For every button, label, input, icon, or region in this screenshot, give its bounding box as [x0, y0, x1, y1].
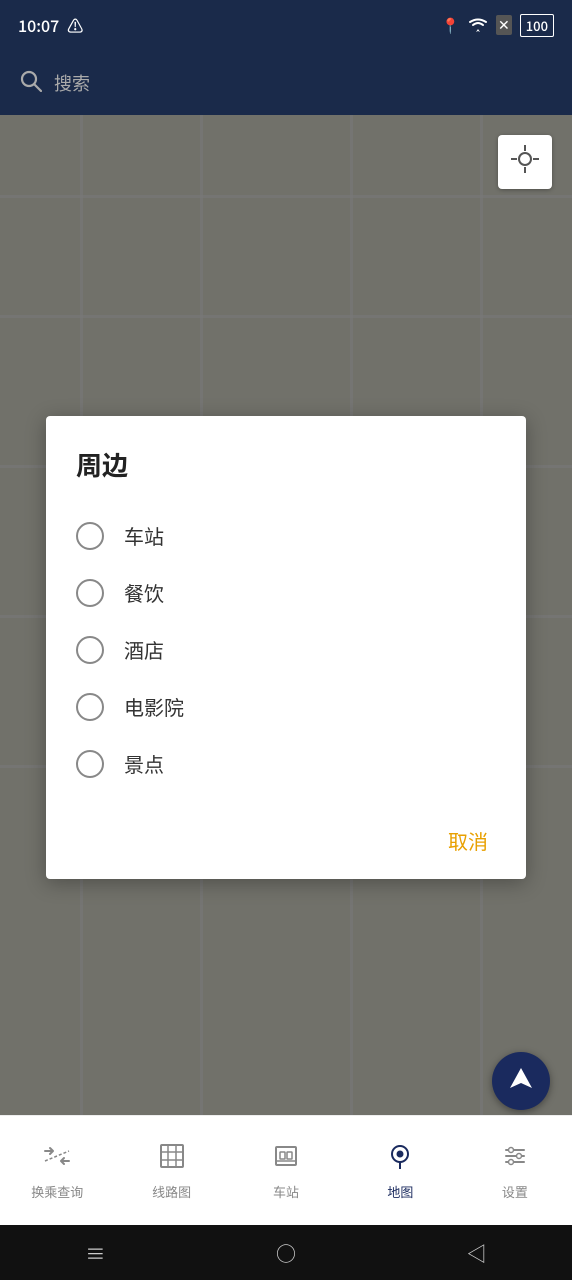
nav-label-map: 地图 — [387, 1182, 413, 1201]
location-icon: 📍 — [441, 15, 460, 36]
radio-cinema[interactable] — [76, 693, 104, 721]
time-display: 10:07 — [18, 13, 59, 37]
x-icon: ✕ — [496, 15, 512, 35]
battery-display: 100 — [520, 14, 554, 37]
nav-label-settings: 设置 — [502, 1182, 528, 1201]
option-scenic[interactable]: 景点 — [76, 735, 496, 792]
sys-home-button[interactable]: ○ — [276, 1238, 296, 1267]
option-restaurant[interactable]: 餐饮 — [76, 564, 496, 621]
sys-back-button[interactable]: ◁ — [467, 1238, 487, 1267]
dialog-title: 周边 — [76, 446, 496, 483]
status-bar: 10:07 ⚠ 📍 ✕ 100 — [0, 0, 572, 50]
option-label-station: 车站 — [124, 521, 164, 550]
radio-scenic[interactable] — [76, 750, 104, 778]
status-right: 📍 ✕ 100 — [441, 13, 554, 37]
option-station[interactable]: 车站 — [76, 507, 496, 564]
status-left: 10:07 ⚠ — [18, 13, 83, 37]
wifi-icon — [468, 13, 488, 37]
radio-station[interactable] — [76, 522, 104, 550]
search-icon — [20, 67, 42, 99]
option-label-scenic: 景点 — [124, 749, 164, 778]
nearby-dialog: 周边 车站 餐饮 酒店 电影院 景点 — [46, 416, 526, 879]
option-label-cinema: 电影院 — [124, 692, 184, 721]
radio-hotel[interactable] — [76, 636, 104, 664]
system-nav-bar: ≡ ○ ◁ — [0, 1225, 572, 1280]
cancel-button[interactable]: 取消 — [440, 822, 496, 859]
sys-menu-button[interactable]: ≡ — [85, 1238, 105, 1267]
dialog-overlay: 周边 车站 餐饮 酒店 电影院 景点 — [0, 115, 572, 1180]
nav-label-station: 车站 — [273, 1182, 299, 1201]
nav-label-route: 线路图 — [152, 1182, 191, 1201]
option-hotel[interactable]: 酒店 — [76, 621, 496, 678]
warning-icon: ⚠ — [67, 13, 83, 37]
option-label-restaurant: 餐饮 — [124, 578, 164, 607]
option-label-hotel: 酒店 — [124, 635, 164, 664]
search-bar[interactable]: 搜索 — [0, 50, 572, 115]
search-placeholder: 搜索 — [54, 70, 90, 96]
option-cinema[interactable]: 电影院 — [76, 678, 496, 735]
dialog-footer: 取消 — [76, 812, 496, 859]
radio-restaurant[interactable] — [76, 579, 104, 607]
nav-label-transit: 换乘查询 — [31, 1182, 83, 1201]
dialog-options: 车站 餐饮 酒店 电影院 景点 — [76, 507, 496, 792]
